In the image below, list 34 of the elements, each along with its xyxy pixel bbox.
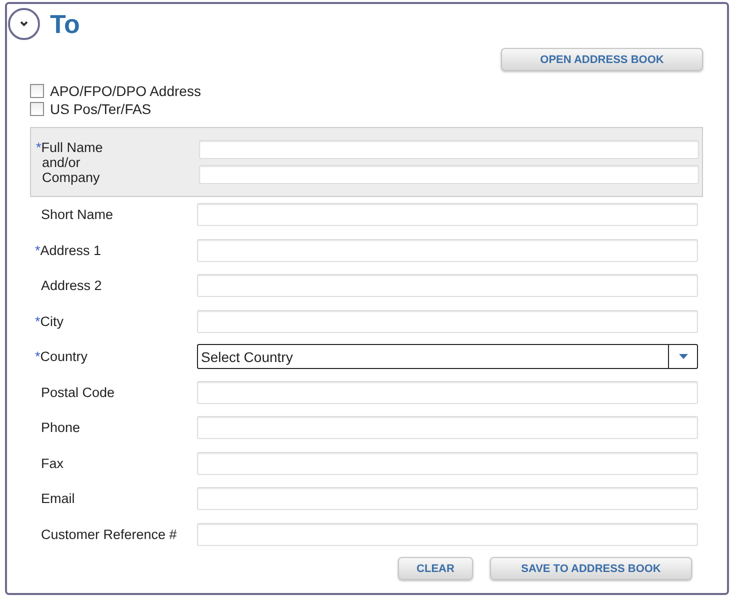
input-field[interactable] xyxy=(197,310,698,333)
checkbox-label: US Pos/Ter/FAS xyxy=(50,101,152,117)
input-field[interactable] xyxy=(197,203,698,226)
section-title: To xyxy=(50,8,80,40)
input-field[interactable] xyxy=(197,416,698,440)
caret-icon xyxy=(678,354,688,360)
checkbox-label: APO/FPO/DPO Address xyxy=(50,83,201,99)
field-label: Fax xyxy=(40,456,65,471)
input-field[interactable] xyxy=(197,238,698,262)
field-label: Short Name xyxy=(40,207,114,222)
country-dropdown[interactable]: Select Country xyxy=(197,344,698,370)
field-label: Email xyxy=(40,491,76,506)
input-field[interactable] xyxy=(197,274,698,298)
open-address-book-button[interactable]: OPEN ADDRESS BOOK xyxy=(501,48,703,71)
chevron-icon xyxy=(20,21,28,27)
field-label: Customer Reference # xyxy=(40,526,178,542)
input-field[interactable] xyxy=(197,380,698,404)
checkbox[interactable] xyxy=(30,84,44,98)
input-field[interactable] xyxy=(199,165,699,184)
collapse-toggle[interactable] xyxy=(8,8,40,40)
field-label: *Full Name and/or Company xyxy=(35,140,104,184)
input-field[interactable] xyxy=(197,452,698,475)
input-field[interactable] xyxy=(197,522,698,546)
input-field[interactable] xyxy=(197,487,698,510)
field-label: Postal Code xyxy=(40,384,116,400)
field-label: *City xyxy=(34,314,65,329)
input-field[interactable] xyxy=(199,140,699,159)
field-label: Phone xyxy=(40,420,82,436)
field-label: *Country xyxy=(34,349,89,364)
field-label: *Address 1 xyxy=(34,242,102,258)
field-label: Address 2 xyxy=(40,278,103,294)
clear-button[interactable]: CLEAR xyxy=(398,557,473,580)
checkbox[interactable] xyxy=(30,102,44,116)
save-button[interactable]: SAVE TO ADDRESS BOOK xyxy=(490,557,692,580)
